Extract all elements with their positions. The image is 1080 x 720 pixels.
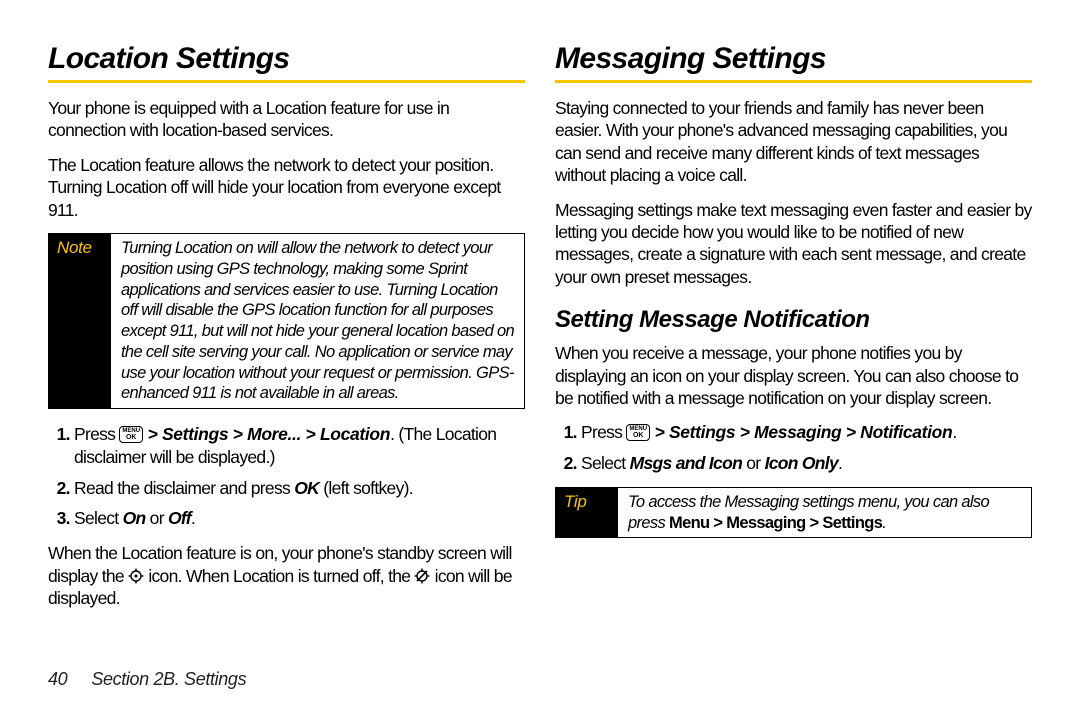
location-step-1: Press MENUOK > Settings > More... > Loca… xyxy=(74,423,525,469)
messaging-intro-1: Staying connected to your friends and fa… xyxy=(555,97,1032,187)
two-column-layout: Location Settings Your phone is equipped… xyxy=(48,42,1032,661)
tip-label: Tip xyxy=(556,488,618,538)
menu-ok-key-icon: MENUOK xyxy=(119,426,143,443)
left-column: Location Settings Your phone is equipped… xyxy=(48,42,525,661)
subheading-message-notification: Setting Message Notification xyxy=(555,306,1032,334)
note-body: Turning Location on will allow the netwo… xyxy=(111,234,524,408)
note-label: Note xyxy=(49,234,111,408)
page-number: 40 xyxy=(48,669,67,690)
messaging-notification-desc: When you receive a message, your phone n… xyxy=(555,342,1032,409)
location-intro-2: The Location feature allows the network … xyxy=(48,154,525,221)
note-callout: Note Turning Location on will allow the … xyxy=(48,233,525,409)
messaging-intro-2: Messaging settings make text messaging e… xyxy=(555,199,1032,289)
page-footer: 40 Section 2B. Settings xyxy=(48,669,1032,690)
location-intro-1: Your phone is equipped with a Location f… xyxy=(48,97,525,142)
location-icon-paragraph: When the Location feature is on, your ph… xyxy=(48,542,525,609)
location-steps: Press MENUOK > Settings > More... > Loca… xyxy=(48,423,525,530)
notification-step-2: Select Msgs and Icon or Icon Only. xyxy=(581,452,1032,475)
tip-callout: Tip To access the Messaging settings men… xyxy=(555,487,1032,539)
notification-step-1: Press MENUOK > Settings > Messaging > No… xyxy=(581,421,1032,444)
location-step-2: Read the disclaimer and press OK (left s… xyxy=(74,477,525,500)
section-label: Section 2B. Settings xyxy=(91,669,246,690)
manual-page: Location Settings Your phone is equipped… xyxy=(0,0,1080,720)
heading-rule xyxy=(48,80,525,83)
heading-messaging-settings: Messaging Settings xyxy=(555,42,1032,76)
right-column: Messaging Settings Staying connected to … xyxy=(555,42,1032,661)
heading-rule xyxy=(555,80,1032,83)
tip-body: To access the Messaging settings menu, y… xyxy=(618,488,1031,538)
notification-steps: Press MENUOK > Settings > Messaging > No… xyxy=(555,421,1032,475)
heading-location-settings: Location Settings xyxy=(48,42,525,76)
location-off-icon xyxy=(414,568,430,584)
location-step-3: Select On or Off. xyxy=(74,507,525,530)
menu-ok-key-icon: MENUOK xyxy=(626,424,650,441)
location-on-icon xyxy=(128,568,144,584)
